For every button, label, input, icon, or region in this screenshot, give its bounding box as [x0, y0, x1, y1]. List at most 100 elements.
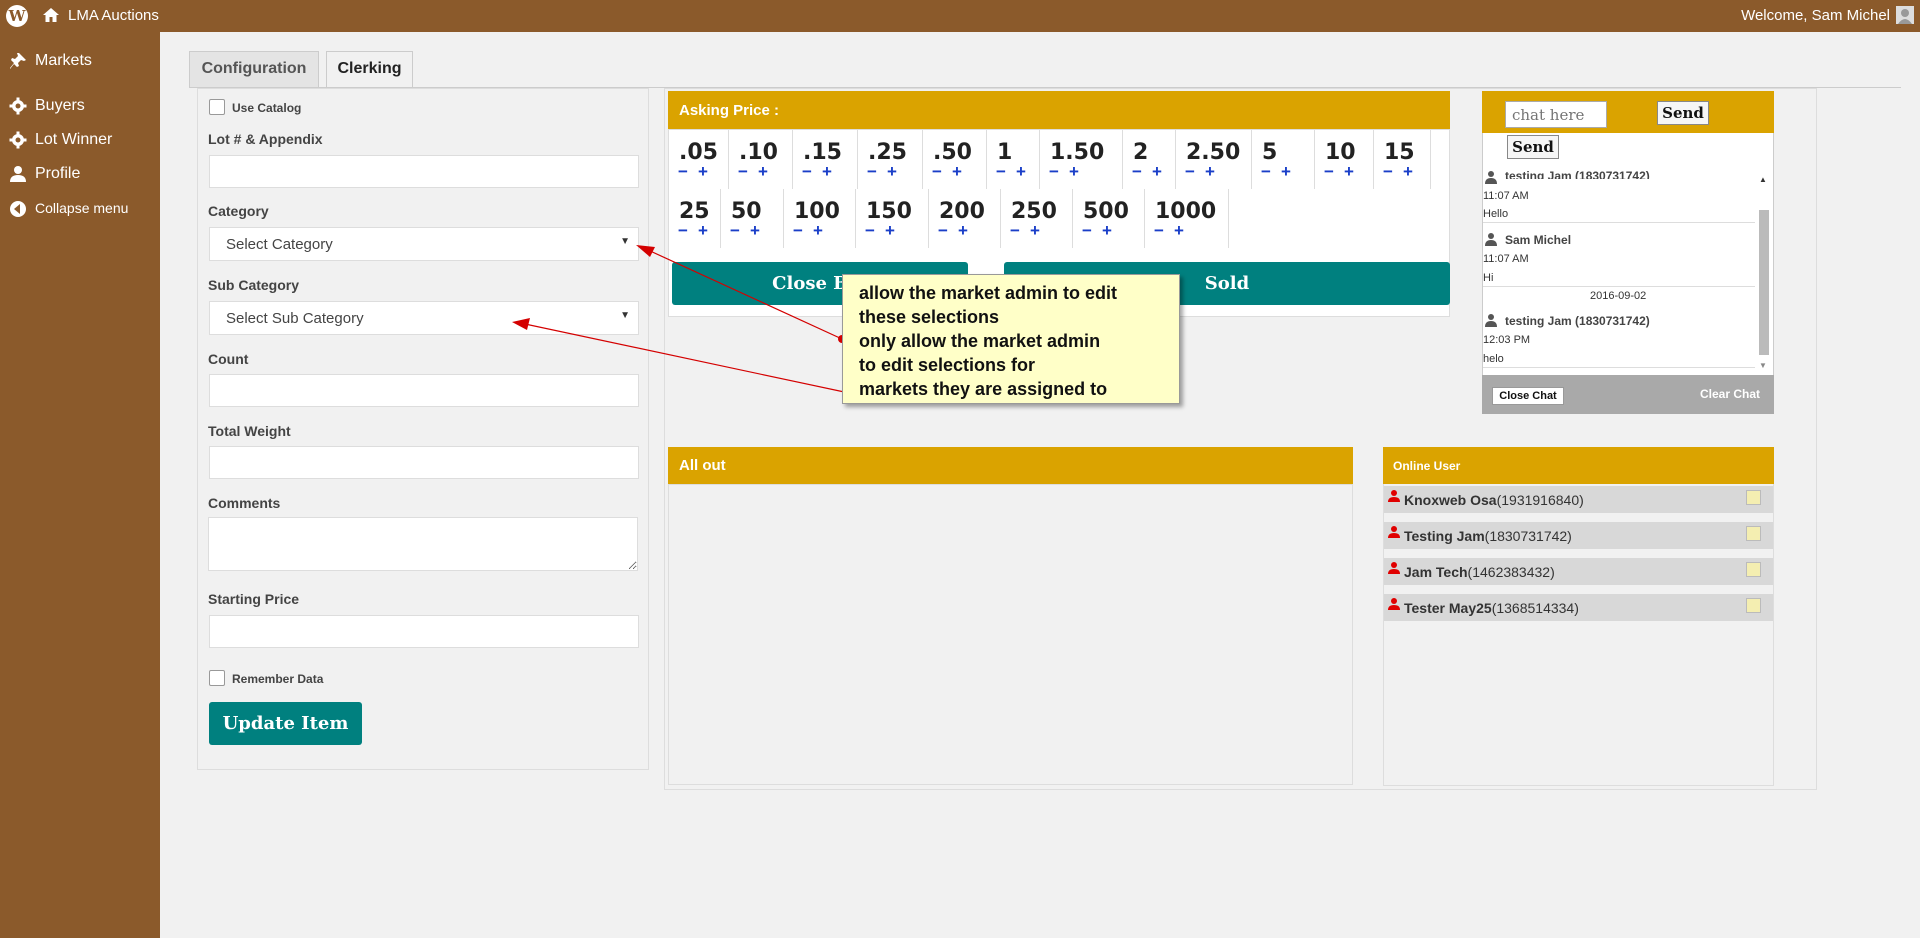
online-user-checkbox[interactable] — [1746, 490, 1761, 505]
price-minus-button[interactable]: − — [678, 221, 688, 241]
price-minus-button[interactable]: − — [678, 162, 688, 182]
price-plus-button[interactable]: + — [1030, 221, 1040, 241]
online-user-row[interactable]: Knoxweb Osa(1931916840) — [1384, 486, 1773, 513]
total-weight-input[interactable] — [209, 446, 639, 479]
clear-chat-link[interactable]: Clear Chat — [1700, 387, 1760, 401]
starting-price-input[interactable] — [209, 615, 639, 648]
gear-icon — [9, 131, 27, 149]
price-plus-button[interactable]: + — [1403, 162, 1413, 182]
price-increment-10: 10− + — [1315, 130, 1374, 189]
subcategory-select[interactable]: Select Sub Category ▼ — [209, 301, 639, 335]
online-user-checkbox[interactable] — [1746, 598, 1761, 613]
price-minus-button[interactable]: − — [793, 221, 803, 241]
welcome-user-link[interactable]: Welcome, Sam Michel — [1741, 7, 1890, 24]
price-plus-button[interactable]: + — [750, 221, 760, 241]
chat-send-button[interactable]: Send — [1657, 101, 1709, 125]
price-plus-button[interactable]: + — [758, 162, 768, 182]
chat-divider — [1483, 222, 1755, 223]
price-minus-button[interactable]: − — [1261, 162, 1271, 182]
online-user-checkbox[interactable] — [1746, 562, 1761, 577]
price-minus-button[interactable]: − — [938, 221, 948, 241]
price-increment-1000: 1000− + — [1145, 189, 1229, 248]
lot-input[interactable] — [209, 155, 639, 188]
price-plus-button[interactable]: + — [1174, 221, 1184, 241]
sidebar-item-label: Lot Winner — [35, 131, 113, 148]
side-menu: Markets Buyers Lot Winner Profile Collap… — [0, 32, 160, 938]
avatar[interactable] — [1896, 6, 1914, 24]
price-minus-button[interactable]: − — [802, 162, 812, 182]
price-plus-button[interactable]: + — [813, 221, 823, 241]
price-plus-button[interactable]: + — [1069, 162, 1079, 182]
price-plus-button[interactable]: + — [1344, 162, 1354, 182]
price-minus-button[interactable]: − — [1154, 221, 1164, 241]
scroll-down-icon[interactable]: ▼ — [1759, 361, 1767, 370]
price-plus-button[interactable]: + — [885, 221, 895, 241]
online-user-row[interactable]: Tester May25(1368514334) — [1384, 594, 1773, 621]
chat-input[interactable] — [1505, 101, 1607, 128]
price-increment-1: 1− + — [987, 130, 1040, 189]
sidebar-item-lot-winner[interactable]: Lot Winner — [0, 125, 160, 155]
comments-textarea[interactable] — [208, 517, 638, 571]
online-user-name-text: Testing Jam — [1404, 528, 1485, 544]
update-item-button[interactable]: Update Item — [209, 702, 362, 745]
online-user-id: (1462383432) — [1467, 564, 1555, 580]
sidebar-item-markets[interactable]: Markets — [0, 46, 160, 76]
price-minus-button[interactable]: − — [1383, 162, 1393, 182]
price-minus-button[interactable]: − — [867, 162, 877, 182]
price-minus-button[interactable]: − — [738, 162, 748, 182]
user-icon — [1485, 171, 1497, 184]
category-select[interactable]: Select Category ▼ — [209, 227, 639, 261]
price-plus-button[interactable]: + — [1152, 162, 1162, 182]
chat-scrollbar[interactable]: ▲ ▼ — [1756, 175, 1772, 370]
scroll-up-icon[interactable]: ▲ — [1759, 175, 1767, 184]
price-minus-button[interactable]: − — [730, 221, 740, 241]
online-user-checkbox[interactable] — [1746, 526, 1761, 541]
home-icon[interactable] — [42, 6, 60, 24]
price-plus-button[interactable]: + — [952, 162, 962, 182]
price-increment-.10: .10− + — [729, 130, 793, 189]
price-plus-button[interactable]: + — [1102, 221, 1112, 241]
price-minus-button[interactable]: − — [1010, 221, 1020, 241]
chat-send-button-secondary[interactable]: Send — [1507, 135, 1559, 159]
chat-scrollbar-thumb[interactable] — [1759, 210, 1769, 355]
price-plus-button[interactable]: + — [887, 162, 897, 182]
sidebar-item-buyers[interactable]: Buyers — [0, 91, 160, 121]
sidebar-item-profile[interactable]: Profile — [0, 159, 160, 189]
price-plus-button[interactable]: + — [698, 221, 708, 241]
sidebar-item-collapse-menu[interactable]: Collapse menu — [0, 194, 160, 224]
use-catalog-label: Use Catalog — [232, 101, 302, 115]
site-name-link[interactable]: LMA Auctions — [68, 7, 159, 24]
price-minus-button[interactable]: − — [996, 162, 1006, 182]
user-icon — [1388, 526, 1400, 538]
online-user-row[interactable]: Jam Tech(1462383432) — [1384, 558, 1773, 585]
subcategory-select-value: Select Sub Category — [226, 310, 364, 327]
price-minus-button[interactable]: − — [1049, 162, 1059, 182]
price-increment-.50: .50− + — [923, 130, 987, 189]
price-plus-button[interactable]: + — [958, 221, 968, 241]
chat-message-time: 11:07 AM — [1483, 253, 1529, 265]
tab-clerking[interactable]: Clerking — [326, 51, 413, 88]
price-plus-button[interactable]: + — [1281, 162, 1291, 182]
remember-data-checkbox[interactable] — [209, 670, 225, 686]
price-minus-button[interactable]: − — [932, 162, 942, 182]
price-plus-button[interactable]: + — [698, 162, 708, 182]
price-minus-button[interactable]: − — [865, 221, 875, 241]
price-increment-1.50: 1.50− + — [1040, 130, 1123, 189]
online-users-header: Online User — [1383, 447, 1774, 484]
count-input[interactable] — [209, 374, 639, 407]
admin-bar: W LMA Auctions Welcome, Sam Michel — [0, 0, 1920, 32]
online-user-row[interactable]: Testing Jam(1830731742) — [1384, 522, 1773, 549]
price-plus-button[interactable]: + — [822, 162, 832, 182]
price-minus-button[interactable]: − — [1185, 162, 1195, 182]
close-chat-button[interactable]: Close Chat — [1492, 387, 1564, 405]
price-plus-button[interactable]: + — [1205, 162, 1215, 182]
use-catalog-checkbox[interactable] — [209, 99, 225, 115]
price-plus-button[interactable]: + — [1016, 162, 1026, 182]
tab-configuration[interactable]: Configuration — [189, 51, 319, 87]
price-minus-button[interactable]: − — [1082, 221, 1092, 241]
price-minus-button[interactable]: − — [1132, 162, 1142, 182]
price-minus-button[interactable]: − — [1324, 162, 1334, 182]
sidebar-item-label: Markets — [35, 52, 92, 69]
wordpress-logo-icon[interactable]: W — [6, 5, 28, 27]
chat-divider — [1483, 367, 1755, 368]
